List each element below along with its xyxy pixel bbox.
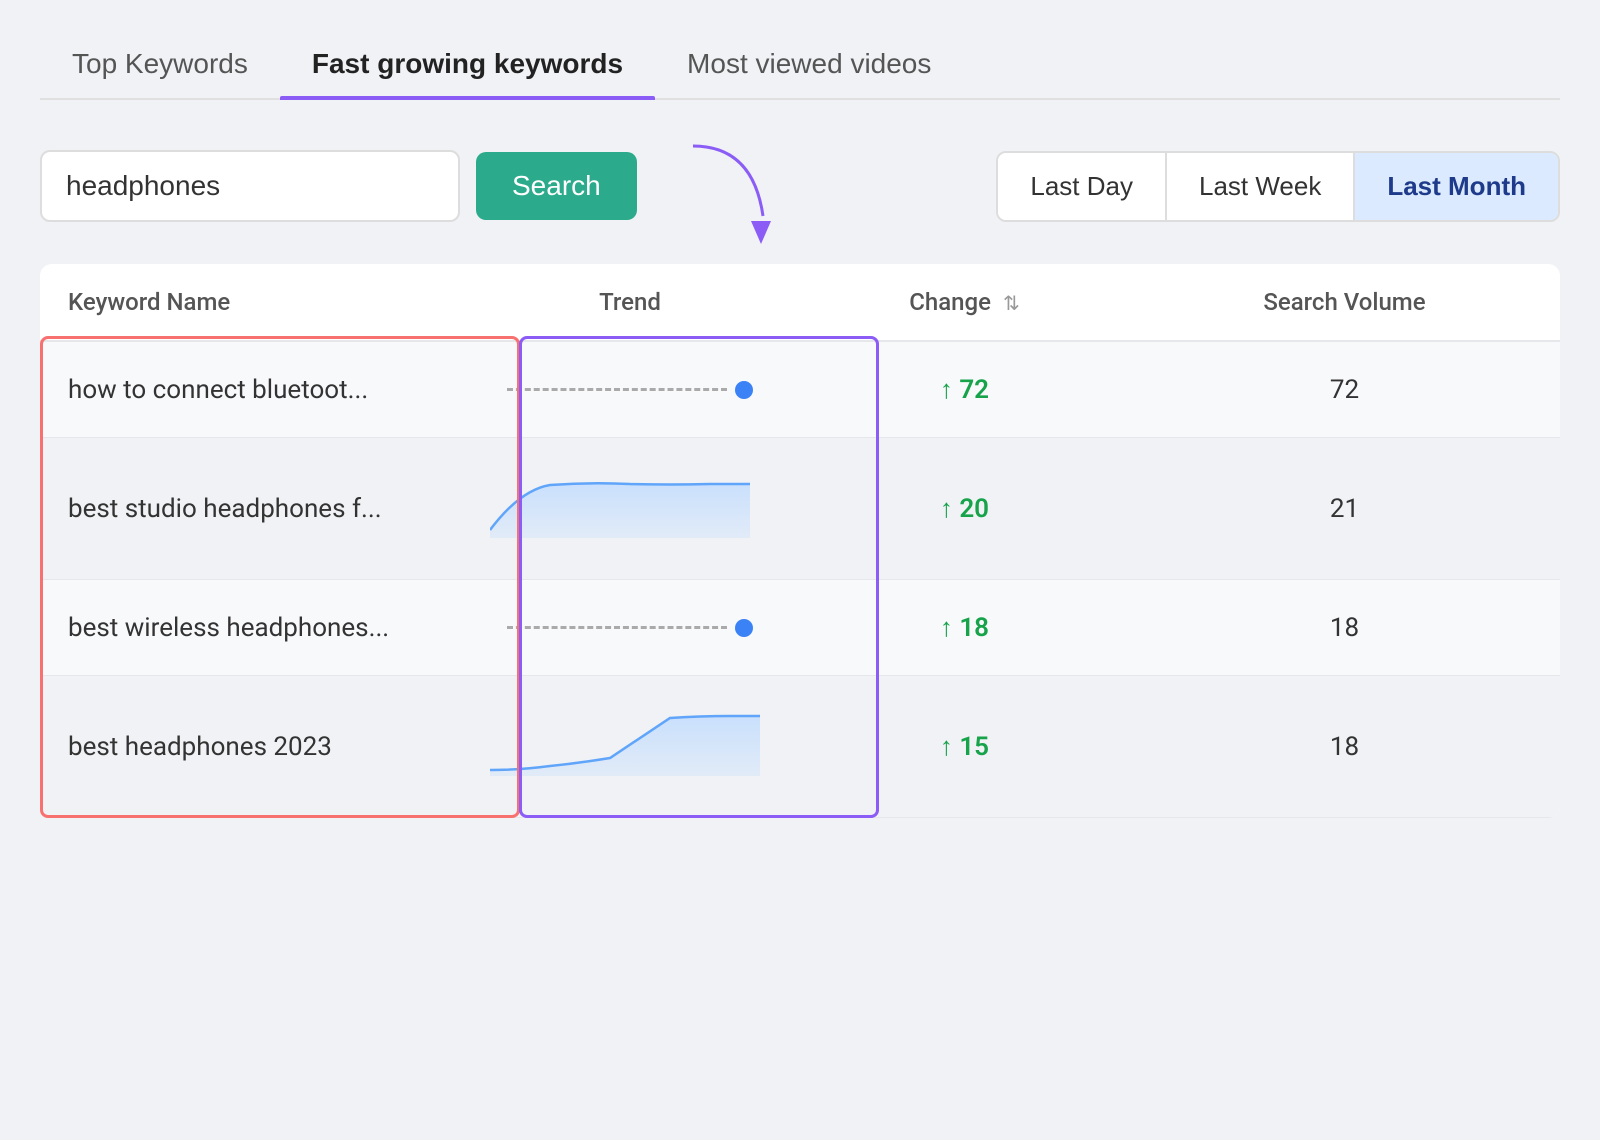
trend-cell (460, 341, 800, 438)
time-filter-group: Last Day Last Week Last Month (996, 151, 1560, 222)
change-up-arrow: ↑ (940, 494, 959, 524)
table-container: Keyword Name Trend Change ⇅ Search Volum… (40, 264, 1560, 818)
table-row: best wireless headphones... ↑ 18 18 (40, 580, 1560, 676)
tab-top-keywords[interactable]: Top Keywords (40, 30, 280, 98)
data-table-wrapper: Keyword Name Trend Change ⇅ Search Volum… (40, 264, 1560, 818)
tab-fast-growing[interactable]: Fast growing keywords (280, 30, 655, 98)
dashed-line (507, 626, 727, 629)
change-up-arrow: ↑ (940, 375, 959, 405)
table-row: how to connect bluetoot... ↑ 72 72 (40, 341, 1560, 438)
change-cell: ↑ 20 (800, 438, 1129, 580)
trend-dot (735, 381, 753, 399)
col-header-keyword: Keyword Name (40, 264, 460, 341)
filter-icon[interactable]: ⇅ (1003, 291, 1020, 315)
trend-cell (460, 676, 800, 818)
keywords-table: Keyword Name Trend Change ⇅ Search Volum… (40, 264, 1560, 818)
time-btn-last-month[interactable]: Last Month (1355, 153, 1558, 220)
col-header-trend: Trend (460, 264, 800, 341)
trend-area-chart (490, 708, 770, 778)
trend-dot (735, 619, 753, 637)
dashed-line (507, 388, 727, 391)
time-btn-last-week[interactable]: Last Week (1167, 153, 1355, 220)
col-header-volume: Search Volume (1129, 264, 1560, 341)
trend-cell (460, 438, 800, 580)
table-row: best studio headphones f... (40, 438, 1560, 580)
volume-cell: 21 (1129, 438, 1560, 580)
keyword-cell: best headphones 2023 (40, 676, 460, 818)
trend-dashed-line (488, 381, 772, 399)
change-cell: ↑ 72 (800, 341, 1129, 438)
page-container: Top Keywords Fast growing keywords Most … (0, 0, 1600, 848)
change-up-arrow: ↑ (940, 613, 959, 643)
search-input[interactable] (40, 150, 460, 222)
change-up-arrow: ↑ (940, 732, 959, 762)
search-button[interactable]: Search (476, 152, 637, 220)
search-row: Search Last Day Last Week Last Month (40, 136, 1560, 236)
volume-cell: 18 (1129, 580, 1560, 676)
volume-cell: 18 (1129, 676, 1560, 818)
tab-bar: Top Keywords Fast growing keywords Most … (40, 30, 1560, 100)
trend-area-chart (490, 470, 770, 540)
tab-most-viewed[interactable]: Most viewed videos (655, 30, 963, 98)
col-header-change: Change ⇅ (800, 264, 1129, 341)
change-cell: ↑ 15 (800, 676, 1129, 818)
trend-cell (460, 580, 800, 676)
table-row: best headphones 2023 (40, 676, 1560, 818)
keyword-cell: best wireless headphones... (40, 580, 460, 676)
volume-cell: 72 (1129, 341, 1560, 438)
arrow-annotation (663, 136, 783, 236)
table-header-row: Keyword Name Trend Change ⇅ Search Volum… (40, 264, 1560, 341)
trend-dashed-line (488, 619, 772, 637)
keyword-cell: best studio headphones f... (40, 438, 460, 580)
time-btn-last-day[interactable]: Last Day (998, 153, 1167, 220)
keyword-cell: how to connect bluetoot... (40, 341, 460, 438)
change-cell: ↑ 18 (800, 580, 1129, 676)
